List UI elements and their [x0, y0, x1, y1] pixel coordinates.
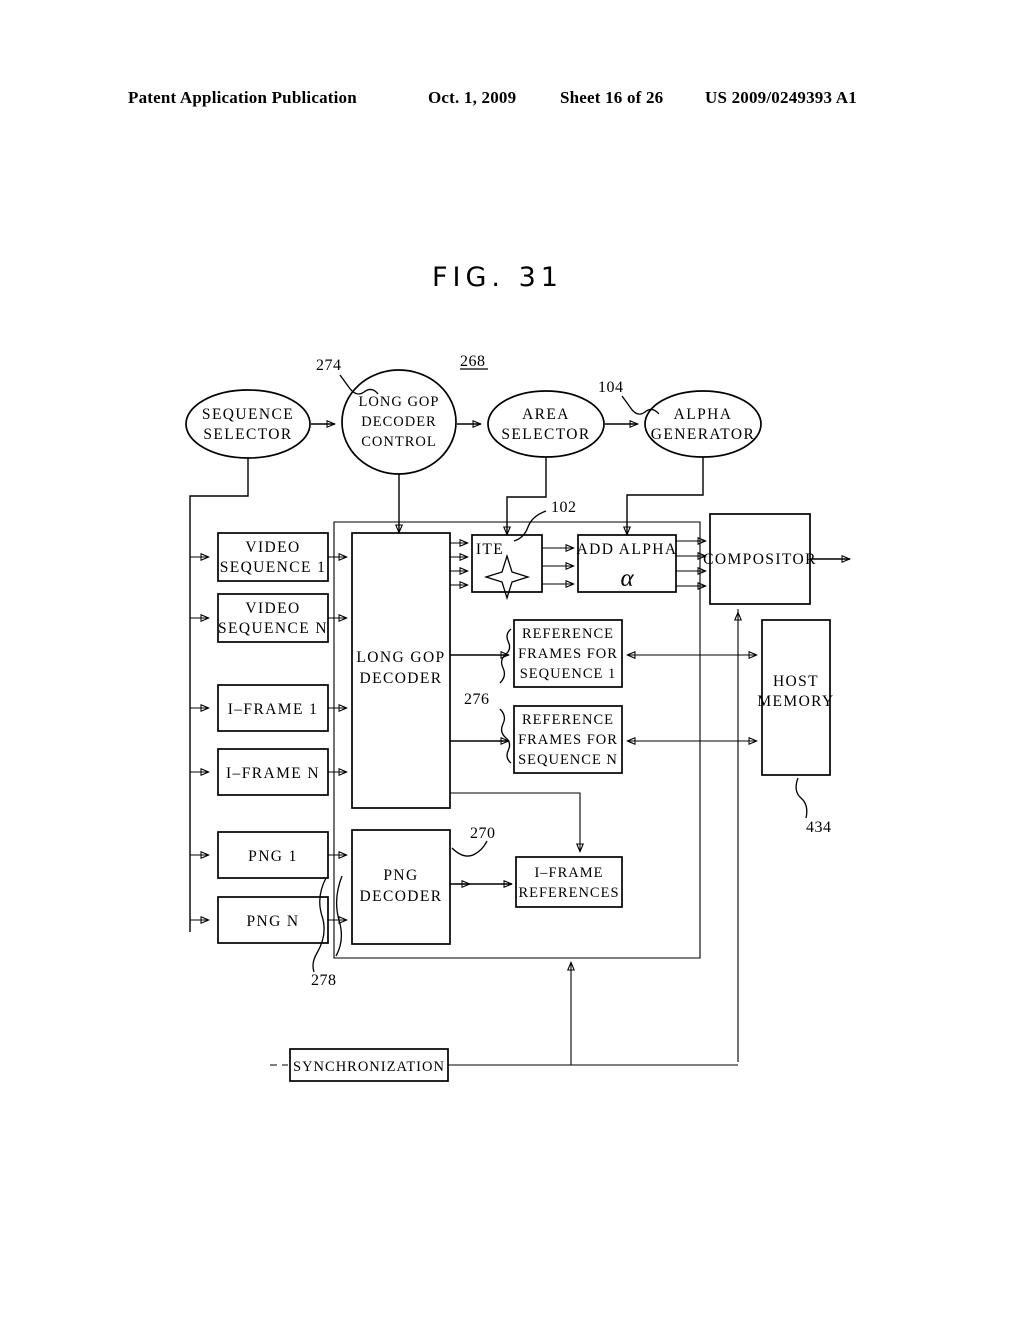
box-png-decoder[interactable]: PNG DECODER	[351, 829, 451, 945]
lgdc-label-line2: DECODER	[361, 414, 436, 430]
rfn-line1: REFERENCE	[522, 712, 614, 728]
lgdc-label-line3: CONTROL	[361, 434, 436, 450]
box-i-frame-references[interactable]: I–FRAME REFERENCES	[515, 856, 623, 908]
compositor-label: COMPOSITOR	[703, 551, 817, 568]
add-alpha-to-compositor-bus	[676, 541, 706, 586]
alpha-generator-label-line1: ALPHA	[674, 406, 733, 423]
area-selector-label-line2: SELECTOR	[501, 426, 590, 443]
box-compositor[interactable]: COMPOSITOR	[703, 513, 817, 605]
box-png-n[interactable]: PNG N	[217, 896, 329, 944]
alpha-symbol-icon: α	[620, 565, 634, 592]
ifr-line1: I–FRAME	[534, 865, 603, 881]
box-video-sequence-n[interactable]: VIDEO SEQUENCE N	[217, 593, 329, 643]
png-n-label: PNG N	[246, 913, 299, 930]
video-sequence-1-label-line2: SEQUENCE 1	[220, 559, 327, 576]
box-i-frame-1[interactable]: I–FRAME 1	[217, 684, 329, 732]
alpha-generator-label-line2: GENERATOR	[651, 426, 755, 443]
rfn-line2: FRAMES FOR	[518, 732, 618, 748]
left-bus-arrows	[190, 557, 209, 920]
source-to-decoder-arrows	[328, 557, 347, 920]
ref-numeral-268: 268	[460, 353, 486, 370]
host-memory-links	[627, 609, 757, 1062]
ref-numeral-274: 274	[316, 357, 342, 374]
box-i-frame-n[interactable]: I–FRAME N	[217, 748, 329, 796]
box-reference-frames-sequence-1[interactable]: REFERENCE FRAMES FOR SEQUENCE 1	[513, 619, 623, 688]
video-sequence-1-label-line1: VIDEO	[245, 539, 300, 556]
ref-numeral-104: 104	[598, 379, 624, 396]
rfn-line3: SEQUENCE N	[518, 752, 618, 768]
i-frame-n-label: I–FRAME N	[226, 765, 320, 782]
box-video-sequence-1[interactable]: VIDEO SEQUENCE 1	[217, 532, 329, 582]
host-memory-line2: MEMORY	[757, 693, 834, 710]
ref-numeral-102: 102	[551, 499, 577, 516]
long-gop-decoder-label-line2: DECODER	[360, 670, 443, 687]
long-gop-decoder-label-line1: LONG GOP	[356, 649, 445, 666]
lgd-to-ite-bus	[450, 543, 468, 585]
node-alpha-generator[interactable]: ALPHA GENERATOR	[644, 390, 762, 458]
png-decoder-label-line1: PNG	[383, 867, 418, 884]
sequence-selector-label-line1: SEQUENCE	[202, 406, 294, 423]
box-synchronization[interactable]: SYNCHRONIZATION	[289, 1048, 449, 1082]
node-long-gop-decoder-control[interactable]: LONG GOP DECODER CONTROL	[341, 369, 457, 475]
block-diagram: SEQUENCE SELECTOR LONG GOP DECODER CONTR…	[185, 353, 1024, 1082]
patent-figure-page: Patent Application Publication Oct. 1, 2…	[0, 0, 1024, 1320]
i-frame-1-label: I–FRAME 1	[228, 701, 319, 718]
ref-numeral-434: 434	[806, 819, 832, 836]
box-reference-frames-sequence-n[interactable]: REFERENCE FRAMES FOR SEQUENCE N	[513, 705, 623, 774]
rf1-line1: REFERENCE	[522, 626, 614, 642]
box-ite[interactable]: ITE	[471, 534, 543, 601]
video-sequence-n-label-line1: VIDEO	[245, 600, 300, 617]
ref-numeral-276: 276	[464, 691, 490, 708]
box-long-gop-decoder[interactable]: LONG GOP DECODER	[351, 532, 451, 809]
rf1-line3: SEQUENCE 1	[520, 666, 617, 682]
box-png-1[interactable]: PNG 1	[217, 831, 329, 879]
box-add-alpha[interactable]: ADD ALPHA α	[577, 534, 678, 593]
node-sequence-selector[interactable]: SEQUENCE SELECTOR	[185, 389, 311, 459]
host-memory-line1: HOST	[773, 673, 819, 690]
add-alpha-label: ADD ALPHA	[577, 541, 678, 558]
lgdc-label-line1: LONG GOP	[359, 394, 440, 410]
ite-label: ITE	[476, 541, 504, 558]
sequence-selector-label-line2: SELECTOR	[203, 426, 292, 443]
ref-numeral-270: 270	[470, 825, 496, 842]
ifr-line2: REFERENCES	[518, 885, 619, 901]
ite-to-add-alpha-bus	[542, 548, 574, 584]
png-1-label: PNG 1	[248, 848, 298, 865]
box-host-memory[interactable]: HOST MEMORY	[757, 619, 834, 776]
synchronization-label: SYNCHRONIZATION	[293, 1059, 445, 1075]
area-selector-label-line1: AREA	[522, 406, 570, 423]
node-area-selector[interactable]: AREA SELECTOR	[487, 390, 605, 458]
png-decoder-label-line2: DECODER	[360, 888, 443, 905]
ref-numeral-278: 278	[311, 972, 337, 989]
video-sequence-n-label-line2: SEQUENCE N	[218, 620, 328, 637]
rf1-line2: FRAMES FOR	[518, 646, 618, 662]
